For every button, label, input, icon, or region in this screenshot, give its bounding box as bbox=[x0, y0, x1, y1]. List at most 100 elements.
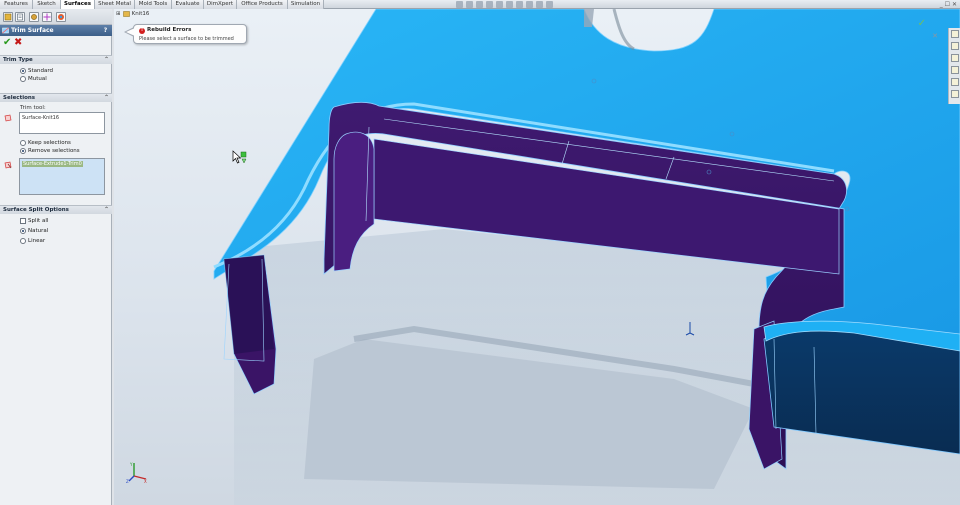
tab-evaluate[interactable]: Evaluate bbox=[172, 0, 204, 9]
window-controls[interactable]: _ ☐ ✕ bbox=[940, 0, 957, 9]
select-cursor-icon bbox=[232, 150, 247, 164]
standard-radio[interactable] bbox=[20, 68, 26, 74]
linear-radio[interactable] bbox=[20, 238, 26, 244]
part-icon bbox=[122, 11, 130, 17]
tab-sheet-metal[interactable]: Sheet Metal bbox=[95, 0, 135, 9]
standard-label: Standard bbox=[28, 68, 54, 74]
property-manager-title: Trim Surface ? bbox=[0, 25, 112, 36]
split-all-option[interactable]: Split all bbox=[20, 217, 48, 225]
selections-section: Selections ⌃ Trim tool: Surface-Knit16 K… bbox=[0, 93, 112, 205]
remove-selections-option[interactable]: Remove selections bbox=[20, 147, 80, 155]
keep-selections-option[interactable]: Keep selections bbox=[20, 139, 71, 147]
trim-tool-field[interactable]: Surface-Knit16 bbox=[19, 112, 105, 134]
graphics-viewport[interactable] bbox=[114, 9, 960, 505]
expand-icon[interactable]: ⊞ bbox=[116, 11, 121, 17]
appearances-icon[interactable] bbox=[951, 78, 959, 86]
trim-tool-selection-icon bbox=[4, 114, 12, 122]
dimxpert-manager-icon[interactable] bbox=[42, 12, 52, 22]
standard-option[interactable]: Standard bbox=[20, 67, 53, 75]
reference-triad-icon: Y X Z bbox=[126, 462, 147, 484]
tab-mold-tools[interactable]: Mold Tools bbox=[135, 0, 172, 9]
pieces-list[interactable]: Surface-Extrude1-Trim0 bbox=[19, 158, 105, 195]
natural-option[interactable]: Natural bbox=[20, 227, 48, 235]
property-manager-panel: Trim Surface ? ✔ ✖ Trim Type ⌃ Standard … bbox=[0, 9, 112, 505]
coordinate-system-icon bbox=[685, 322, 695, 336]
split-all-checkbox[interactable] bbox=[20, 218, 26, 224]
natural-label: Natural bbox=[28, 228, 49, 234]
split-all-label: Split all bbox=[28, 218, 49, 224]
display-manager-icon[interactable] bbox=[56, 12, 66, 22]
trim-tool-value: Surface-Knit16 bbox=[22, 115, 60, 121]
zoom-to-area-icon[interactable] bbox=[466, 1, 473, 8]
flyout-item-label: Knit16 bbox=[131, 11, 150, 17]
help-button[interactable]: ? bbox=[101, 26, 110, 35]
edit-appearance-icon[interactable] bbox=[526, 1, 533, 8]
property-manager-icon[interactable] bbox=[15, 12, 25, 22]
svg-text:X: X bbox=[144, 479, 147, 484]
property-manager-title-text: Trim Surface bbox=[11, 27, 54, 34]
cancel-button[interactable]: ✖ bbox=[14, 38, 24, 48]
tab-office-products[interactable]: Office Products bbox=[237, 0, 288, 9]
trim-type-header-text: Trim Type bbox=[3, 57, 33, 63]
file-explorer-icon[interactable] bbox=[951, 54, 959, 62]
apply-scene-icon[interactable] bbox=[536, 1, 543, 8]
tab-surfaces[interactable]: Surfaces bbox=[61, 0, 95, 9]
mutual-option[interactable]: Mutual bbox=[20, 75, 47, 83]
tooltip-title: Rebuild Errors bbox=[147, 27, 192, 33]
collapse-chevron-icon[interactable]: ⌃ bbox=[104, 94, 109, 102]
view-orientation-icon[interactable] bbox=[496, 1, 503, 8]
remove-selections-radio[interactable] bbox=[20, 148, 26, 154]
display-style-icon[interactable] bbox=[506, 1, 513, 8]
natural-radio[interactable] bbox=[20, 228, 26, 234]
keep-selections-label: Keep selections bbox=[28, 140, 71, 146]
model-surfaces[interactable] bbox=[114, 9, 960, 505]
tab-sketch[interactable]: Sketch bbox=[33, 0, 61, 9]
linear-option[interactable]: Linear bbox=[20, 237, 45, 245]
feature-manager-icon[interactable] bbox=[3, 12, 13, 22]
tab-dimxpert[interactable]: DimXpert bbox=[204, 0, 237, 9]
confirmation-close-icon[interactable]: ✕ bbox=[932, 32, 938, 40]
tooltip-message: Please select a surface to be trimmed bbox=[139, 36, 234, 42]
ok-cancel-bar: ✔ ✖ bbox=[0, 37, 112, 49]
mutual-label: Mutual bbox=[28, 76, 47, 82]
custom-properties-icon[interactable] bbox=[951, 90, 959, 98]
collapse-chevron-icon[interactable]: ⌃ bbox=[104, 206, 109, 214]
surface-split-options-section: Surface Split Options ⌃ Split all Natura… bbox=[0, 205, 112, 255]
previous-view-icon[interactable] bbox=[476, 1, 483, 8]
collapse-chevron-icon[interactable]: ⌃ bbox=[104, 56, 109, 64]
linear-label: Linear bbox=[28, 238, 46, 244]
hide-show-items-icon[interactable] bbox=[516, 1, 523, 8]
solidworks-resources-icon[interactable] bbox=[951, 30, 959, 38]
heads-up-view-toolbar bbox=[456, 1, 553, 9]
surface-split-options-header-text: Surface Split Options bbox=[3, 207, 69, 213]
pieces-selection-icon bbox=[4, 161, 12, 169]
error-icon: ! bbox=[139, 28, 145, 34]
tab-features[interactable]: Features bbox=[0, 0, 33, 9]
ok-button[interactable]: ✔ bbox=[3, 38, 13, 48]
trim-type-header[interactable]: Trim Type ⌃ bbox=[0, 56, 112, 64]
selections-header-text: Selections bbox=[3, 95, 36, 101]
view-settings-icon[interactable] bbox=[546, 1, 553, 8]
manager-tabs bbox=[0, 9, 112, 25]
rebuild-error-tooltip: ! Rebuild Errors Please select a surface… bbox=[124, 24, 247, 44]
svg-text:Z: Z bbox=[126, 479, 129, 484]
trim-type-section: Trim Type ⌃ Standard Mutual bbox=[0, 55, 112, 93]
pieces-list-item[interactable]: Surface-Extrude1-Trim0 bbox=[22, 161, 83, 167]
surface-split-options-header[interactable]: Surface Split Options ⌃ bbox=[0, 206, 112, 214]
svg-text:Y: Y bbox=[129, 462, 133, 467]
remove-selections-label: Remove selections bbox=[28, 148, 80, 154]
trim-surface-icon bbox=[2, 27, 9, 34]
confirmation-check-icon[interactable]: ✓ bbox=[918, 18, 926, 29]
task-pane bbox=[948, 28, 960, 104]
selections-header[interactable]: Selections ⌃ bbox=[0, 94, 112, 102]
zoom-to-fit-icon[interactable] bbox=[456, 1, 463, 8]
mutual-radio[interactable] bbox=[20, 76, 26, 82]
trim-tool-label: Trim tool: bbox=[20, 105, 46, 111]
configuration-manager-icon[interactable] bbox=[29, 12, 39, 22]
feature-tree-flyout[interactable]: ⊞ Knit16 bbox=[116, 11, 149, 17]
view-palette-icon[interactable] bbox=[951, 66, 959, 74]
keep-selections-radio[interactable] bbox=[20, 140, 26, 146]
design-library-icon[interactable] bbox=[951, 42, 959, 50]
section-view-icon[interactable] bbox=[486, 1, 493, 8]
tab-simulation[interactable]: Simulation bbox=[288, 0, 324, 9]
